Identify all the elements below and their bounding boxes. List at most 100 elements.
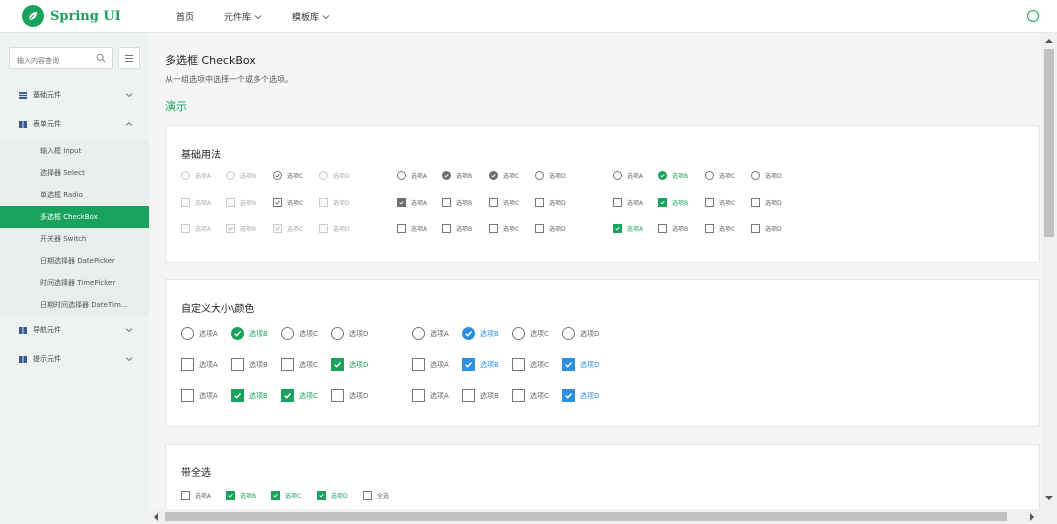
checkbox-option[interactable]: 选项A	[412, 389, 449, 402]
checkbox-option[interactable]: 选项B	[462, 389, 499, 402]
checkbox-option[interactable]: 选项C	[512, 358, 549, 371]
radio-option[interactable]: 选项A	[412, 327, 449, 340]
checkbox-option[interactable]: 选项C	[705, 198, 735, 207]
sidebar-item-radio[interactable]: 单选框 Radio	[0, 184, 149, 206]
radio-option[interactable]: 选项B	[231, 327, 268, 340]
checkbox-option[interactable]: 选项B	[658, 224, 688, 233]
checkbox-option[interactable]: 选项D	[751, 198, 782, 207]
vertical-scrollbar[interactable]	[1041, 33, 1057, 509]
radio-option[interactable]: 选项A	[613, 171, 643, 180]
checkbox-option[interactable]: 选项C	[705, 224, 735, 233]
checkbox-option[interactable]: 选项A	[397, 198, 427, 207]
radio-option[interactable]: 选项C	[273, 171, 303, 180]
checkbox-option[interactable]: 选项A	[181, 358, 218, 371]
sidebar-group-basic[interactable]: 基础元件	[0, 82, 149, 108]
checkbox-option[interactable]: 选项D	[319, 198, 350, 207]
radio-option[interactable]: 选项C	[512, 327, 549, 340]
sidebar-item-label: 日期选择器 DatePicker	[40, 257, 115, 265]
nav-templates[interactable]: 模板库	[292, 10, 330, 23]
checkbox-option[interactable]: 选项D	[751, 224, 782, 233]
checkbox-option[interactable]: 选项C	[489, 198, 519, 207]
sidebar-item-datetimepicker[interactable]: 日期时间选择器 DateTim...	[0, 294, 149, 316]
radio-option[interactable]: 选项B	[658, 171, 688, 180]
checkbox-option[interactable]: 选项C	[271, 491, 301, 500]
checkbox-option[interactable]: 选项A	[181, 198, 211, 207]
sidebar-item-switch[interactable]: 开关器 Switch	[0, 228, 149, 250]
radio-option[interactable]: 选项C	[281, 327, 318, 340]
arrow-left-icon[interactable]	[153, 513, 159, 521]
checkbox-option[interactable]: 选项D	[535, 198, 566, 207]
radio-option[interactable]: 选项D	[751, 171, 782, 180]
checkbox-option[interactable]: 选项A	[613, 198, 643, 207]
checkbox-option[interactable]: 选项A	[181, 389, 218, 402]
checkbox-option[interactable]: 选项D	[562, 389, 599, 402]
checkbox-option[interactable]: 选项C	[281, 358, 318, 371]
checkbox-option[interactable]: 选项D	[562, 358, 599, 371]
checkbox-option[interactable]: 选项D	[331, 389, 368, 402]
sidebar-item-select[interactable]: 选择器 Select	[0, 162, 149, 184]
sidebar-group-nav[interactable]: 导航元件	[0, 317, 149, 343]
checkbox-option[interactable]: 选项B	[226, 224, 256, 233]
sidebar-group-form[interactable]: 表单元件	[0, 111, 149, 137]
document-icon[interactable]	[1027, 10, 1039, 22]
radio-option[interactable]: 选项D	[562, 327, 599, 340]
search-input[interactable]	[10, 51, 96, 71]
radio-option[interactable]: 选项D	[319, 171, 350, 180]
radio-option[interactable]: 选项A	[397, 171, 427, 180]
option-label: 选项B	[249, 329, 268, 338]
checkbox-option[interactable]: 选项C	[273, 224, 303, 233]
checkbox-option[interactable]: 选项B	[442, 198, 472, 207]
checkbox-square-icon	[319, 224, 328, 233]
search-icon[interactable]	[96, 53, 106, 63]
scrollbar-thumb[interactable]	[1044, 49, 1054, 237]
arrow-down-icon[interactable]	[1045, 495, 1053, 501]
radio-option[interactable]: 选项A	[181, 171, 211, 180]
checkbox-option[interactable]: 选项D	[317, 491, 348, 500]
checkbox-option[interactable]: 选项D	[331, 358, 368, 371]
arrow-right-icon[interactable]	[1029, 513, 1035, 521]
option-label: 选项A	[195, 200, 212, 207]
checkbox-option[interactable]: 选项B	[442, 224, 472, 233]
checkbox-option[interactable]: 选项C	[281, 389, 318, 402]
sidebar-item-timepicker[interactable]: 时间选择器 TimePicker	[0, 272, 149, 294]
sidebar-item-datepicker[interactable]: 日期选择器 DatePicker	[0, 250, 149, 272]
checkbox-option[interactable]: 选项A	[397, 224, 427, 233]
radio-option[interactable]: 选项B	[226, 171, 256, 180]
radio-option[interactable]: 选项C	[489, 171, 519, 180]
checkbox-option[interactable]: 选项A	[613, 224, 643, 233]
radio-circle-icon	[412, 327, 425, 340]
radio-option[interactable]: 选项B	[442, 171, 472, 180]
menu-toggle-button[interactable]	[118, 47, 140, 69]
checkbox-option[interactable]: 选项B	[658, 198, 688, 207]
sidebar-item-checkbox[interactable]: 多选框 CheckBox	[0, 206, 149, 228]
radio-option[interactable]: 选项D	[535, 171, 566, 180]
horizontal-scrollbar[interactable]	[149, 509, 1041, 524]
radio-option[interactable]: 选项A	[181, 327, 218, 340]
checkbox-option[interactable]: 全选	[363, 491, 389, 500]
sidebar-item-input[interactable]: 输入框 Input	[0, 140, 149, 162]
checkbox-option[interactable]: 选项B	[231, 389, 268, 402]
radio-option[interactable]: 选项D	[331, 327, 368, 340]
checkbox-option[interactable]: 选项B	[462, 358, 499, 371]
checkbox-option[interactable]: 选项C	[489, 224, 519, 233]
checkbox-option[interactable]: 选项D	[535, 224, 566, 233]
checkbox-option[interactable]: 选项A	[412, 358, 449, 371]
sidebar-group-label: 基础元件	[33, 91, 61, 99]
checkbox-option[interactable]: 选项B	[231, 358, 268, 371]
radio-option[interactable]: 选项C	[705, 171, 735, 180]
checkbox-option[interactable]: 选项A	[181, 491, 211, 500]
checkbox-option[interactable]: 选项B	[226, 198, 256, 207]
section-title: 自定义大小\颜色	[181, 304, 255, 315]
sidebar-group-tips[interactable]: 提示元件	[0, 346, 149, 372]
checkbox-option[interactable]: 选项C	[512, 389, 549, 402]
arrow-up-icon[interactable]	[1045, 38, 1053, 44]
checkbox-option[interactable]: 选项C	[273, 198, 303, 207]
radio-option[interactable]: 选项B	[462, 327, 499, 340]
checkbox-option[interactable]: 选项A	[181, 224, 211, 233]
checkbox-option[interactable]: 选项D	[319, 224, 350, 233]
scrollbar-thumb[interactable]	[165, 512, 1007, 521]
logo[interactable]: Spring UI	[22, 5, 121, 27]
checkbox-option[interactable]: 选项B	[226, 491, 256, 500]
nav-home[interactable]: 首页	[176, 10, 194, 23]
nav-components[interactable]: 元件库	[224, 10, 262, 23]
